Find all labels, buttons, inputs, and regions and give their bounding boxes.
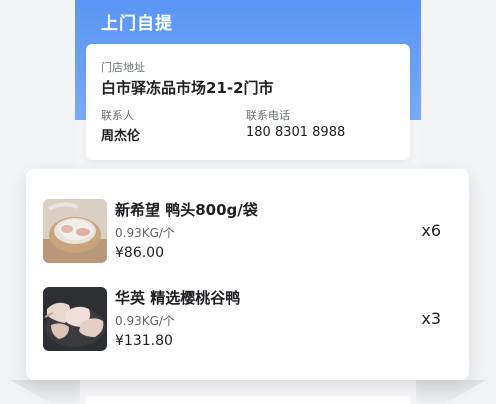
duck-heads-plate-image xyxy=(43,287,107,351)
product-quantity: x3 xyxy=(421,309,441,328)
contact-label: 联系人 xyxy=(101,109,134,122)
product-name: 华英 精选樱桃谷鸭 xyxy=(115,289,241,307)
product-item[interactable]: 华英 精选樱桃谷鸭 0.93KG/个 ¥131.80 x3 xyxy=(26,275,469,363)
duck-head-bag-image xyxy=(43,199,107,263)
address-label: 门店地址 xyxy=(101,61,145,74)
card-shadow-left xyxy=(10,380,80,404)
product-list-card: 新希望 鸭头800g/袋 0.93KG/个 ¥86.00 x6 华英 精选樱桃谷… xyxy=(26,169,469,380)
product-item[interactable]: 新希望 鸭头800g/袋 0.93KG/个 ¥86.00 x6 xyxy=(26,187,469,275)
product-name: 新希望 鸭头800g/袋 xyxy=(115,201,258,219)
phone-label: 联系电话 xyxy=(246,109,290,122)
page-title: 上门自提 xyxy=(101,14,173,34)
product-price: ¥86.00 xyxy=(115,245,164,261)
card-shadow-right xyxy=(416,380,486,404)
phone-number[interactable]: 180 8301 8988 xyxy=(246,125,345,140)
screen: 上门自提 门店地址 白市驿冻品市场21-2门市 联系人 周杰伦 联系电话 180… xyxy=(0,0,496,404)
store-address: 白市驿冻品市场21-2门市 xyxy=(101,79,274,97)
store-info-card: 门店地址 白市驿冻品市场21-2门市 联系人 周杰伦 联系电话 180 8301… xyxy=(86,44,410,160)
product-quantity: x6 xyxy=(421,221,441,240)
next-card-edge xyxy=(86,396,410,404)
product-spec: 0.93KG/个 xyxy=(115,226,175,240)
product-price: ¥131.80 xyxy=(115,333,173,349)
product-spec: 0.93KG/个 xyxy=(115,314,175,328)
contact-name: 周杰伦 xyxy=(101,129,141,144)
